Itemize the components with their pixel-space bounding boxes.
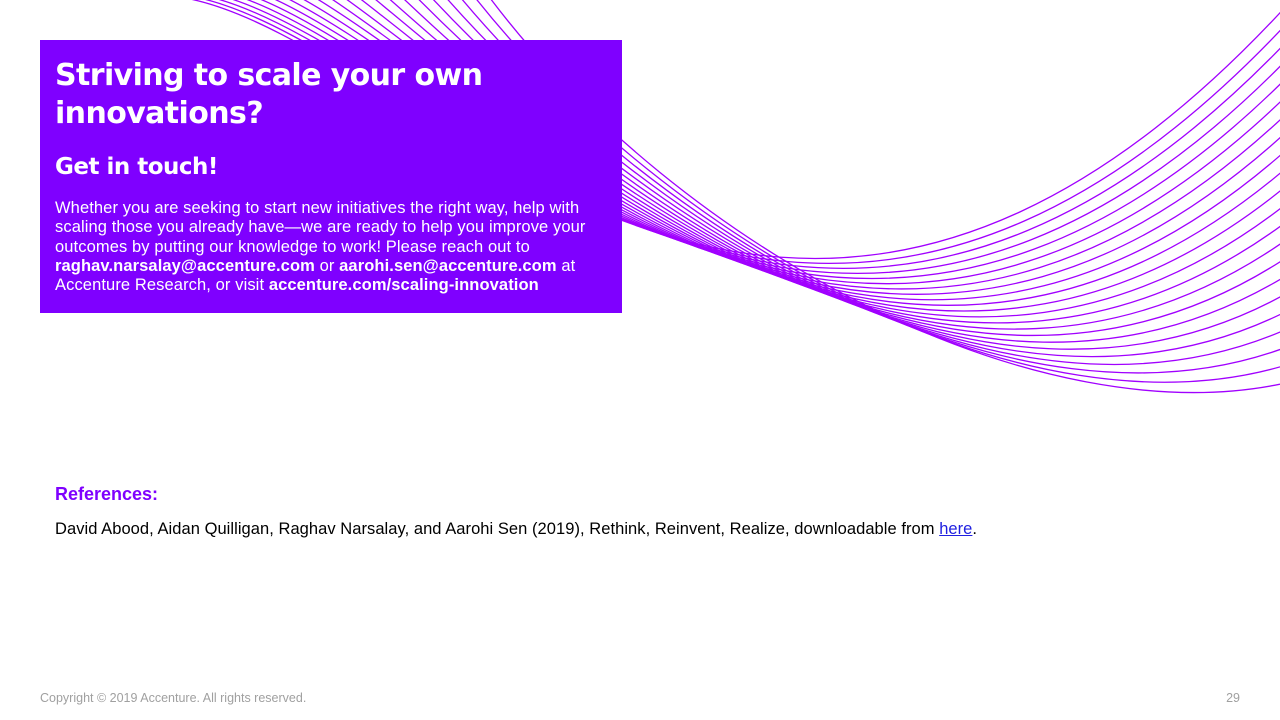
- page-number: 29: [1226, 691, 1240, 705]
- callout-subtitle: Get in touch!: [55, 154, 218, 180]
- body-text-part: Whether you are seeking to start new ini…: [55, 199, 586, 256]
- footer-copyright: Copyright © 2019 Accenture. All rights r…: [40, 691, 307, 705]
- body-text-part: or: [314, 256, 340, 275]
- reference-end-punctuation: .: [972, 520, 978, 538]
- reference-download-link[interactable]: here: [939, 520, 972, 538]
- contact-email-aarohi: aarohi.sen@accenture.com: [339, 256, 557, 275]
- reference-entry: David Abood, Aidan Quilligan, Raghav Nar…: [55, 518, 977, 540]
- references-heading: References:: [55, 484, 159, 504]
- callout-body-text: Whether you are seeking to start new ini…: [55, 199, 605, 295]
- callout-title: Striving to scale your own innovations?: [55, 58, 483, 131]
- contact-email-raghav: raghav.narsalay@accenture.com: [55, 256, 315, 275]
- reference-citation-text: David Abood, Aidan Quilligan, Raghav Nar…: [55, 520, 940, 538]
- contact-callout-box: Striving to scale your own innovations? …: [40, 40, 622, 313]
- website-url: accenture.com/scaling-innovation: [268, 276, 539, 295]
